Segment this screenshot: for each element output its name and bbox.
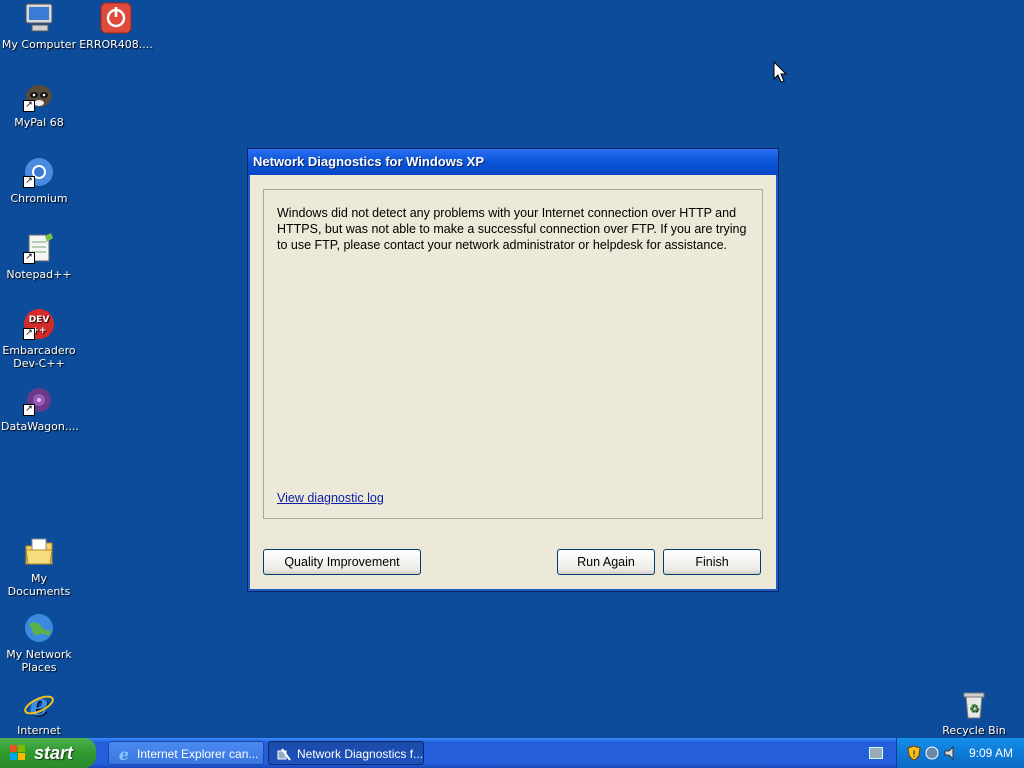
keyboard-icon[interactable] [869, 747, 883, 759]
desktop-icon-notepadpp[interactable]: ↗ Notepad++ [1, 232, 77, 281]
taskbar-item-internet-explorer[interactable]: e Internet Explorer can... [108, 741, 264, 765]
svg-text:!: ! [912, 750, 916, 760]
chromium-icon: ↗ [23, 156, 55, 188]
desktop-icon-internet[interactable]: e Internet [1, 688, 77, 737]
taskbar-item-label: Internet Explorer can... [137, 747, 259, 761]
system-tray: ! 9:09 AM [896, 738, 1024, 768]
icon-label: DataWagon.... [1, 420, 79, 433]
desktop-icon-datawagon[interactable]: ↗ DataWagon.... [1, 384, 79, 433]
icon-label: My Computer [1, 38, 77, 51]
icon-label: My Documents [7, 572, 71, 598]
taskbar-item-network-diagnostics[interactable]: Network Diagnostics f... [268, 741, 424, 765]
icon-label: MyPal 68 [14, 116, 64, 129]
desktop-icon-my-computer[interactable]: My Computer [1, 2, 77, 51]
icon-label: Notepad++ [6, 268, 72, 281]
svg-text:DEV: DEV [29, 315, 50, 325]
svg-text:e: e [29, 688, 48, 720]
volume-icon[interactable] [943, 745, 959, 761]
view-diagnostic-log-link[interactable]: View diagnostic log [277, 491, 384, 505]
network-globe-icon [23, 612, 55, 644]
svg-text:e: e [119, 746, 129, 762]
icon-label: Embarcadero Dev-C++ [2, 344, 76, 370]
dialog-title[interactable]: Network Diagnostics for Windows XP [248, 149, 778, 175]
quality-improvement-button[interactable]: Quality Improvement [263, 549, 421, 575]
run-again-button[interactable]: Run Again [557, 549, 655, 575]
windows-flag-icon [10, 745, 25, 760]
ie-icon: e [119, 746, 129, 762]
desktop-icon-chromium[interactable]: ↗ Chromium [1, 156, 77, 205]
shortcut-arrow-icon: ↗ [23, 404, 35, 416]
recycle-bin-icon: ♻ [958, 688, 990, 720]
desktop-icon-recycle-bin[interactable]: ♻ Recycle Bin [936, 688, 1012, 737]
power-error-icon [100, 2, 132, 34]
icon-label: Chromium [10, 192, 68, 205]
security-shield-icon[interactable]: ! [907, 745, 921, 761]
results-panel: Windows did not detect any problems with… [263, 189, 763, 519]
system-clock[interactable]: 9:09 AM [969, 738, 1013, 768]
taskbar-item-label: Network Diagnostics f... [297, 747, 424, 761]
desktop-icon-error408[interactable]: ERROR408.... [78, 2, 154, 51]
network-diagnostics-dialog: Network Diagnostics for Windows XP Windo… [247, 148, 779, 592]
notepadpp-icon: ↗ [23, 232, 55, 264]
icon-label: Internet [17, 724, 61, 737]
desktop-icon-devcpp[interactable]: DEV ++ ↗ Embarcadero Dev-C++ [1, 308, 77, 370]
folder-documents-icon [23, 536, 55, 568]
shortcut-arrow-icon: ↗ [23, 252, 35, 264]
desktop-icon-mypal[interactable]: ↗ MyPal 68 [1, 80, 77, 129]
my-computer-icon [23, 2, 55, 34]
shortcut-arrow-icon: ↗ [23, 328, 35, 340]
start-button[interactable]: start [0, 738, 96, 768]
icon-label: My Network Places [6, 648, 72, 674]
svg-text:♻: ♻ [969, 702, 979, 715]
raccoon-icon: ↗ [23, 80, 55, 112]
internet-explorer-icon: e [23, 688, 55, 723]
taskbar: start e Internet Explorer can... Network… [0, 738, 1024, 768]
start-label: start [34, 743, 74, 763]
desktop-icon-my-network-places[interactable]: My Network Places [1, 612, 77, 674]
network-tray-icon[interactable] [925, 745, 939, 761]
diagnostic-message: Windows did not detect any problems with… [277, 206, 747, 252]
mouse-cursor-icon [773, 60, 788, 86]
devcpp-icon: DEV ++ ↗ [23, 308, 55, 340]
shortcut-arrow-icon: ↗ [23, 100, 35, 112]
icon-label: ERROR408.... [79, 38, 153, 51]
network-diagnostics-icon [277, 748, 291, 761]
datawagon-icon: ↗ [23, 384, 55, 416]
finish-button[interactable]: Finish [663, 549, 761, 575]
shortcut-arrow-icon: ↗ [23, 176, 35, 188]
icon-label: Recycle Bin [942, 724, 1006, 737]
desktop-icon-my-documents[interactable]: My Documents [1, 536, 77, 598]
